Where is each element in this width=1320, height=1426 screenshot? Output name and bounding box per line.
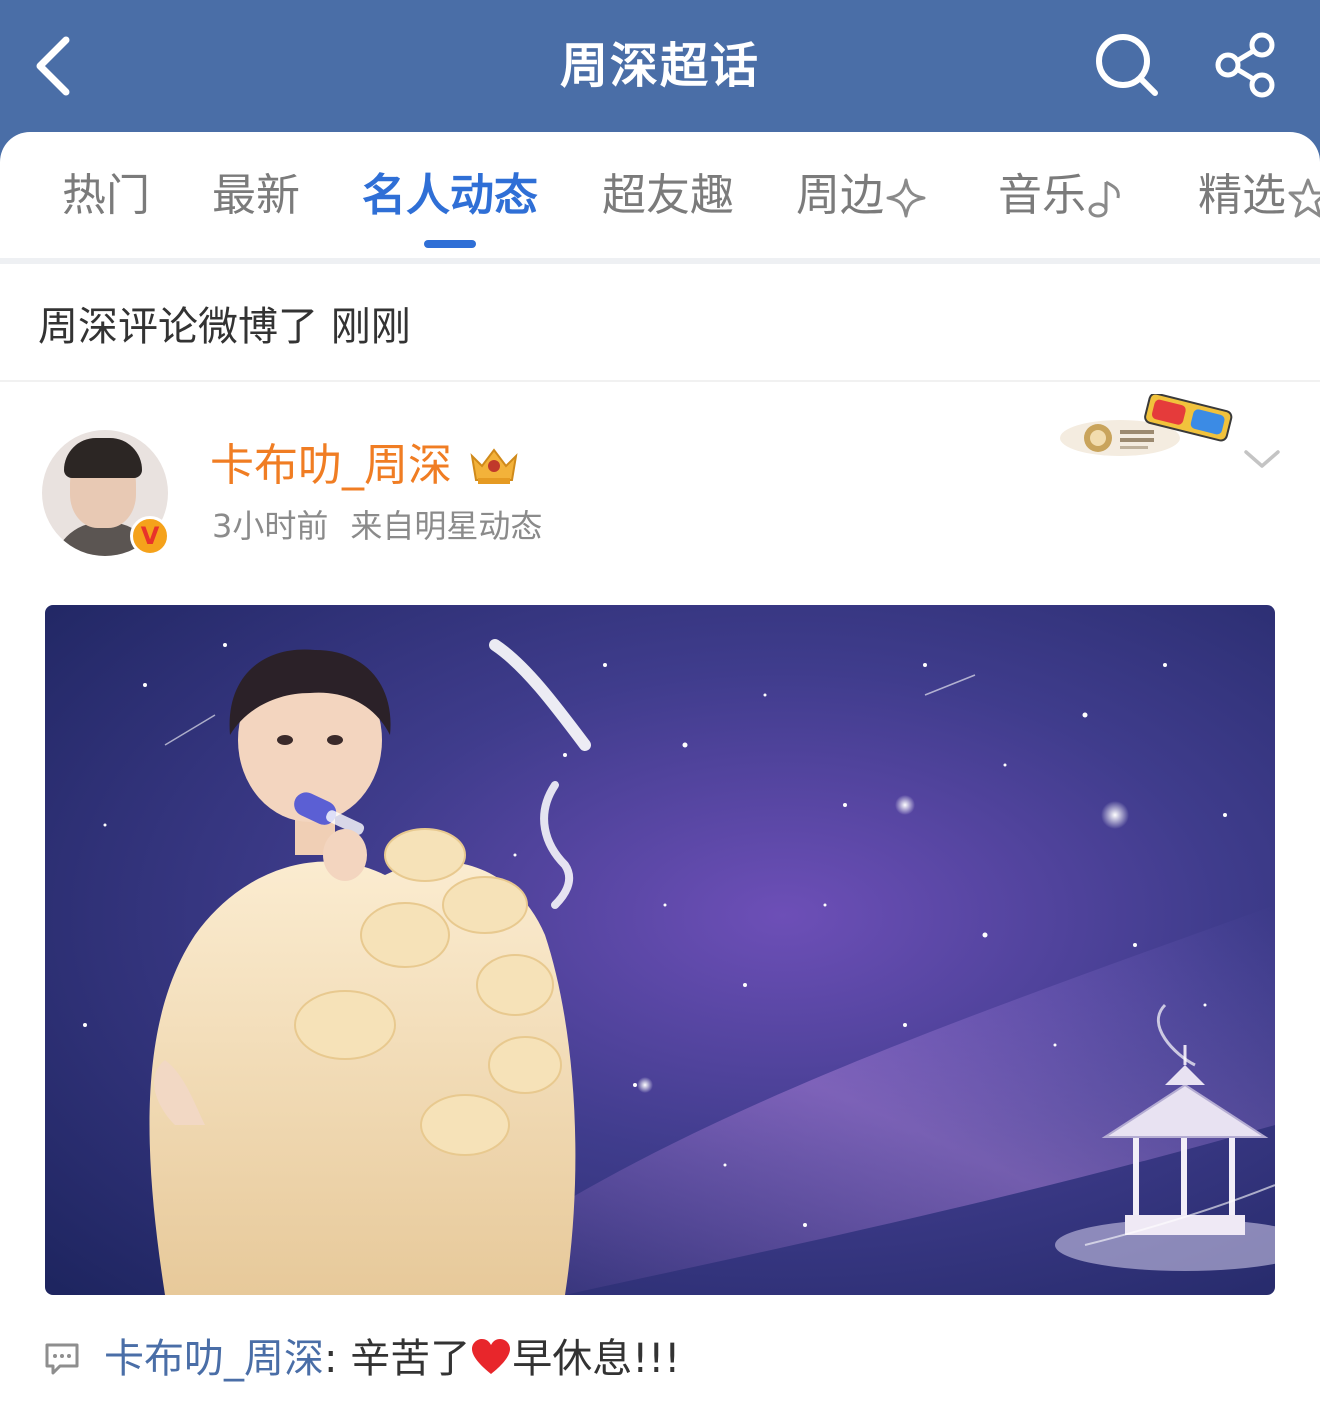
search-icon [1096, 34, 1158, 96]
tab-featured[interactable]: 精选 [1198, 168, 1320, 224]
tab-label: 热门 [62, 170, 150, 221]
chevron-down-icon [1244, 450, 1280, 468]
comment: 卡布叻_周深: 辛苦了 早休息!!! [104, 1330, 680, 1388]
tab-label: 周边 [796, 170, 884, 221]
post-source: 来自明星动态 [350, 507, 543, 545]
tab-label: 精选 [1198, 170, 1286, 221]
tab-fan-fun[interactable]: 超友趣 [602, 168, 734, 224]
tab-label: 超友趣 [602, 170, 734, 221]
member-crown-icon [470, 448, 518, 484]
post-image[interactable] [45, 605, 1275, 1295]
tab-hot[interactable]: 热门 [62, 168, 150, 224]
comment-text-before: 辛苦了 [337, 1336, 471, 1382]
tab-bar: 热门 最新 名人动态 超友趣 周边 音乐 精选 [0, 132, 1320, 258]
3d-glasses-decoration-icon [1060, 394, 1233, 456]
singer-on-starry-stage-image [45, 605, 1275, 1295]
share-button[interactable] [1212, 32, 1278, 98]
tab-music[interactable]: 音乐 [998, 168, 1126, 224]
post-author[interactable]: 卡布叻_周深 [210, 436, 452, 496]
tab-label: 最新 [212, 170, 300, 221]
tab-merch[interactable]: 周边 [796, 168, 928, 224]
tab-latest[interactable]: 最新 [212, 168, 300, 224]
tab-celebrity-updates[interactable]: 名人动态 [362, 168, 538, 224]
content-card: 热门 最新 名人动态 超友趣 周边 音乐 精选 周深评论微博了 刚刚 V 卡布叻… [0, 132, 1320, 1426]
music-note-icon [1088, 180, 1120, 218]
comment-icon [45, 1343, 79, 1375]
divider [0, 258, 1320, 264]
post-meta: 3小时前 来自明星动态 [212, 504, 564, 548]
top-bar: 周深超话 [0, 0, 1320, 150]
comment-author[interactable]: 卡布叻_周深 [104, 1336, 324, 1382]
comment-text-after: 早休息!!! [512, 1336, 681, 1382]
verified-badge: V [130, 516, 170, 556]
comment-separator: : [324, 1336, 338, 1382]
activity-notice[interactable]: 周深评论微博了 刚刚 [38, 300, 411, 354]
search-button[interactable] [1092, 30, 1162, 100]
heart-icon [472, 1339, 511, 1374]
active-tab-indicator [424, 240, 476, 248]
tab-label: 名人动态 [362, 170, 538, 221]
tab-label: 音乐 [998, 170, 1086, 221]
share-icon [1215, 32, 1275, 98]
star-icon [1288, 178, 1320, 218]
expand-button[interactable] [1240, 444, 1284, 474]
sparkle-icon [886, 178, 926, 218]
post-time: 3小时前 [212, 507, 329, 545]
divider [0, 380, 1320, 382]
